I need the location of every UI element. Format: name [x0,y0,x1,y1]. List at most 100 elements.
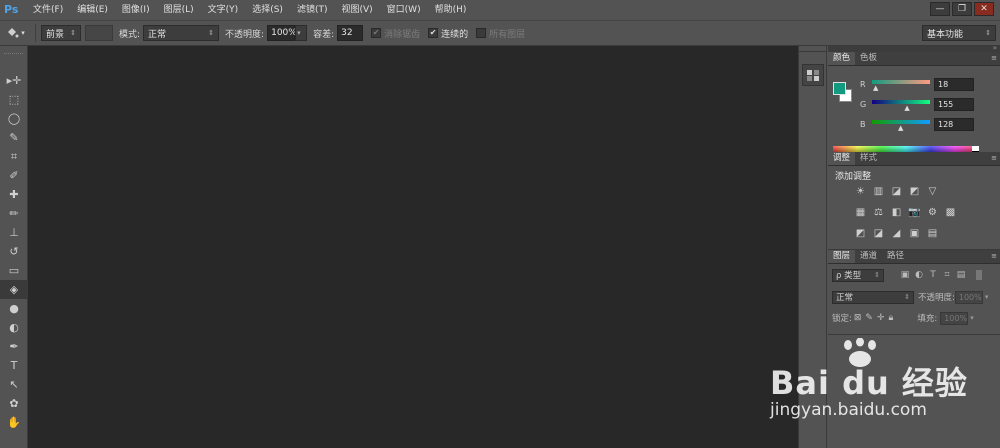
fill-source-dropdown[interactable]: 前景 ⇕ [41,25,81,41]
panel-menu-icon[interactable]: ≡ [991,54,997,62]
adjustment-icon[interactable]: ☀ [853,184,868,199]
tab-color[interactable]: 颜色 [828,52,856,65]
foreground-color-swatch[interactable] [833,82,846,95]
adjustment-icon[interactable]: ⚙ [925,205,940,220]
lock-all-icon[interactable]: 🔒︎ [889,313,894,323]
adjustment-icon[interactable]: ▤ [925,226,940,241]
dock-grip[interactable] [799,46,826,52]
menu-item[interactable]: 滤镜(T) [290,0,335,20]
blue-channel-input[interactable]: 128 [934,118,974,131]
brush-tool-icon[interactable]: ✏ [0,204,28,223]
clone-stamp-tool-icon[interactable]: ⊥ [0,223,28,242]
minimize-button[interactable]: — [930,2,950,16]
tab-styles[interactable]: 样式 [855,152,882,165]
tab-paths[interactable]: 路径 [882,250,909,263]
workspace-dropdown[interactable]: 基本功能 ⇕ [922,25,996,41]
adjustment-icon[interactable]: ▽ [925,184,940,199]
adjustment-icon[interactable]: ◢ [889,226,904,241]
adjustment-filter-icon[interactable]: ◐ [912,269,926,281]
tab-channels[interactable]: 通道 [855,250,882,263]
paint-bucket-tool-preset-icon[interactable]: ▾ [0,23,30,43]
tolerance-input[interactable]: 32 [337,25,364,41]
type-filter-icon[interactable]: T [926,269,940,281]
move-tool-icon[interactable]: ▸✛ [0,71,28,90]
marquee-tool-icon[interactable]: ⬚ [0,90,28,109]
anti-alias-checkbox[interactable]: ✔ [371,28,382,38]
type-tool-icon[interactable]: T [0,356,28,375]
filter-toggle[interactable] [976,270,982,280]
eraser-tool-icon[interactable]: ▭ [0,261,28,280]
adjustment-icon[interactable]: ⚖ [871,205,886,220]
green-channel-slider[interactable] [872,100,930,104]
crop-tool-icon[interactable]: ⌗ [0,147,28,166]
mode-dropdown[interactable]: 正常 ⇕ [143,25,220,41]
red-channel-slider[interactable] [872,80,930,84]
color-panel: 颜色 色板 ≡ R ▲ 18 G ▲ 155 B ▲ 128 [828,52,1000,156]
adjustment-icon[interactable]: ◧ [889,205,904,220]
opacity-dropdown-button[interactable]: ▾ [295,25,308,41]
adjustment-icon[interactable]: ◪ [871,226,886,241]
pattern-picker[interactable] [85,25,113,41]
pen-tool-icon[interactable]: ✒ [0,337,28,356]
adjustment-icon[interactable]: ◩ [907,184,922,199]
panel-menu-icon[interactable]: ≡ [991,252,997,260]
paint-bucket-tool-icon[interactable]: ◈ [0,280,28,299]
adjustment-icon[interactable]: ◪ [889,184,904,199]
menu-item[interactable]: 窗口(W) [380,0,428,20]
document-canvas-area[interactable] [28,46,798,448]
green-slider-knob[interactable]: ▲ [904,105,909,112]
properties-panel-icon[interactable] [802,64,824,86]
tab-layers[interactable]: 图层 [828,250,856,263]
adjustment-icon[interactable]: ▣ [907,226,922,241]
shape-filter-icon[interactable]: ⌗ [940,269,954,281]
menu-item[interactable]: 视图(V) [334,0,379,20]
layer-filter-dropdown[interactable]: ρ 类型 ⇕ [832,268,884,282]
adjustment-icon[interactable]: ▦ [853,205,868,220]
adjustment-row-1: ☀ ▥ ◪ ◩ ▽ [853,184,940,199]
hand-tool-icon[interactable]: ✋ [0,413,28,432]
opacity-input[interactable]: 100% [267,25,297,41]
eyedropper-tool-icon[interactable]: ✐ [0,166,28,185]
contiguous-checkbox[interactable]: ✔ [428,28,439,38]
menu-item[interactable]: 编辑(E) [70,0,115,20]
adjustment-icon[interactable]: 📷 [907,205,922,220]
dodge-tool-icon[interactable]: ◐ [0,318,28,337]
menu-item[interactable]: 图层(L) [157,0,201,20]
panel-menu-icon[interactable]: ≡ [991,154,997,162]
fill-input[interactable]: 100% [940,311,969,325]
shape-tool-icon[interactable]: ✿ [0,394,28,413]
tab-swatches[interactable]: 色板 [855,52,882,65]
layers-list[interactable] [828,334,1000,448]
blend-mode-dropdown[interactable]: 正常 ⇕ [832,290,914,304]
adjustment-icon[interactable]: ▩ [943,205,958,220]
tab-adjustments[interactable]: 调整 [828,152,856,165]
lock-position-icon[interactable]: ✛ [877,313,885,323]
blue-slider-knob[interactable]: ▲ [898,125,903,132]
blur-tool-icon[interactable]: ● [0,299,28,318]
menu-item[interactable]: 文字(Y) [201,0,246,20]
toolbar-grip[interactable] [0,53,27,71]
menu-item[interactable]: 选择(S) [245,0,290,20]
restore-button[interactable]: ❐ [952,2,972,16]
lock-image-icon[interactable]: ✎ [865,313,873,323]
menu-item[interactable]: 图像(I) [115,0,157,20]
adjustment-icon[interactable]: ▥ [871,184,886,199]
adjustment-icon[interactable]: ◩ [853,226,868,241]
red-channel-input[interactable]: 18 [934,78,974,91]
all-layers-checkbox[interactable] [476,28,487,38]
path-select-tool-icon[interactable]: ↖ [0,375,28,394]
collapse-panels-icon[interactable]: » [993,44,997,52]
layer-opacity-input[interactable]: 100% [954,290,983,304]
green-channel-input[interactable]: 155 [934,98,974,111]
quick-select-tool-icon[interactable]: ✎ [0,128,28,147]
history-brush-tool-icon[interactable]: ↺ [0,242,28,261]
close-button[interactable]: ✕ [974,2,994,16]
pixel-filter-icon[interactable]: ▣ [898,269,912,281]
lasso-tool-icon[interactable]: ◯ [0,109,28,128]
smart-object-filter-icon[interactable]: ▤ [954,269,968,281]
red-slider-knob[interactable]: ▲ [873,85,878,92]
healing-tool-icon[interactable]: ✚ [0,185,28,204]
lock-transparent-icon[interactable]: ⊠ [854,313,862,323]
menu-item[interactable]: 文件(F) [26,0,70,20]
menu-item[interactable]: 帮助(H) [428,0,474,20]
